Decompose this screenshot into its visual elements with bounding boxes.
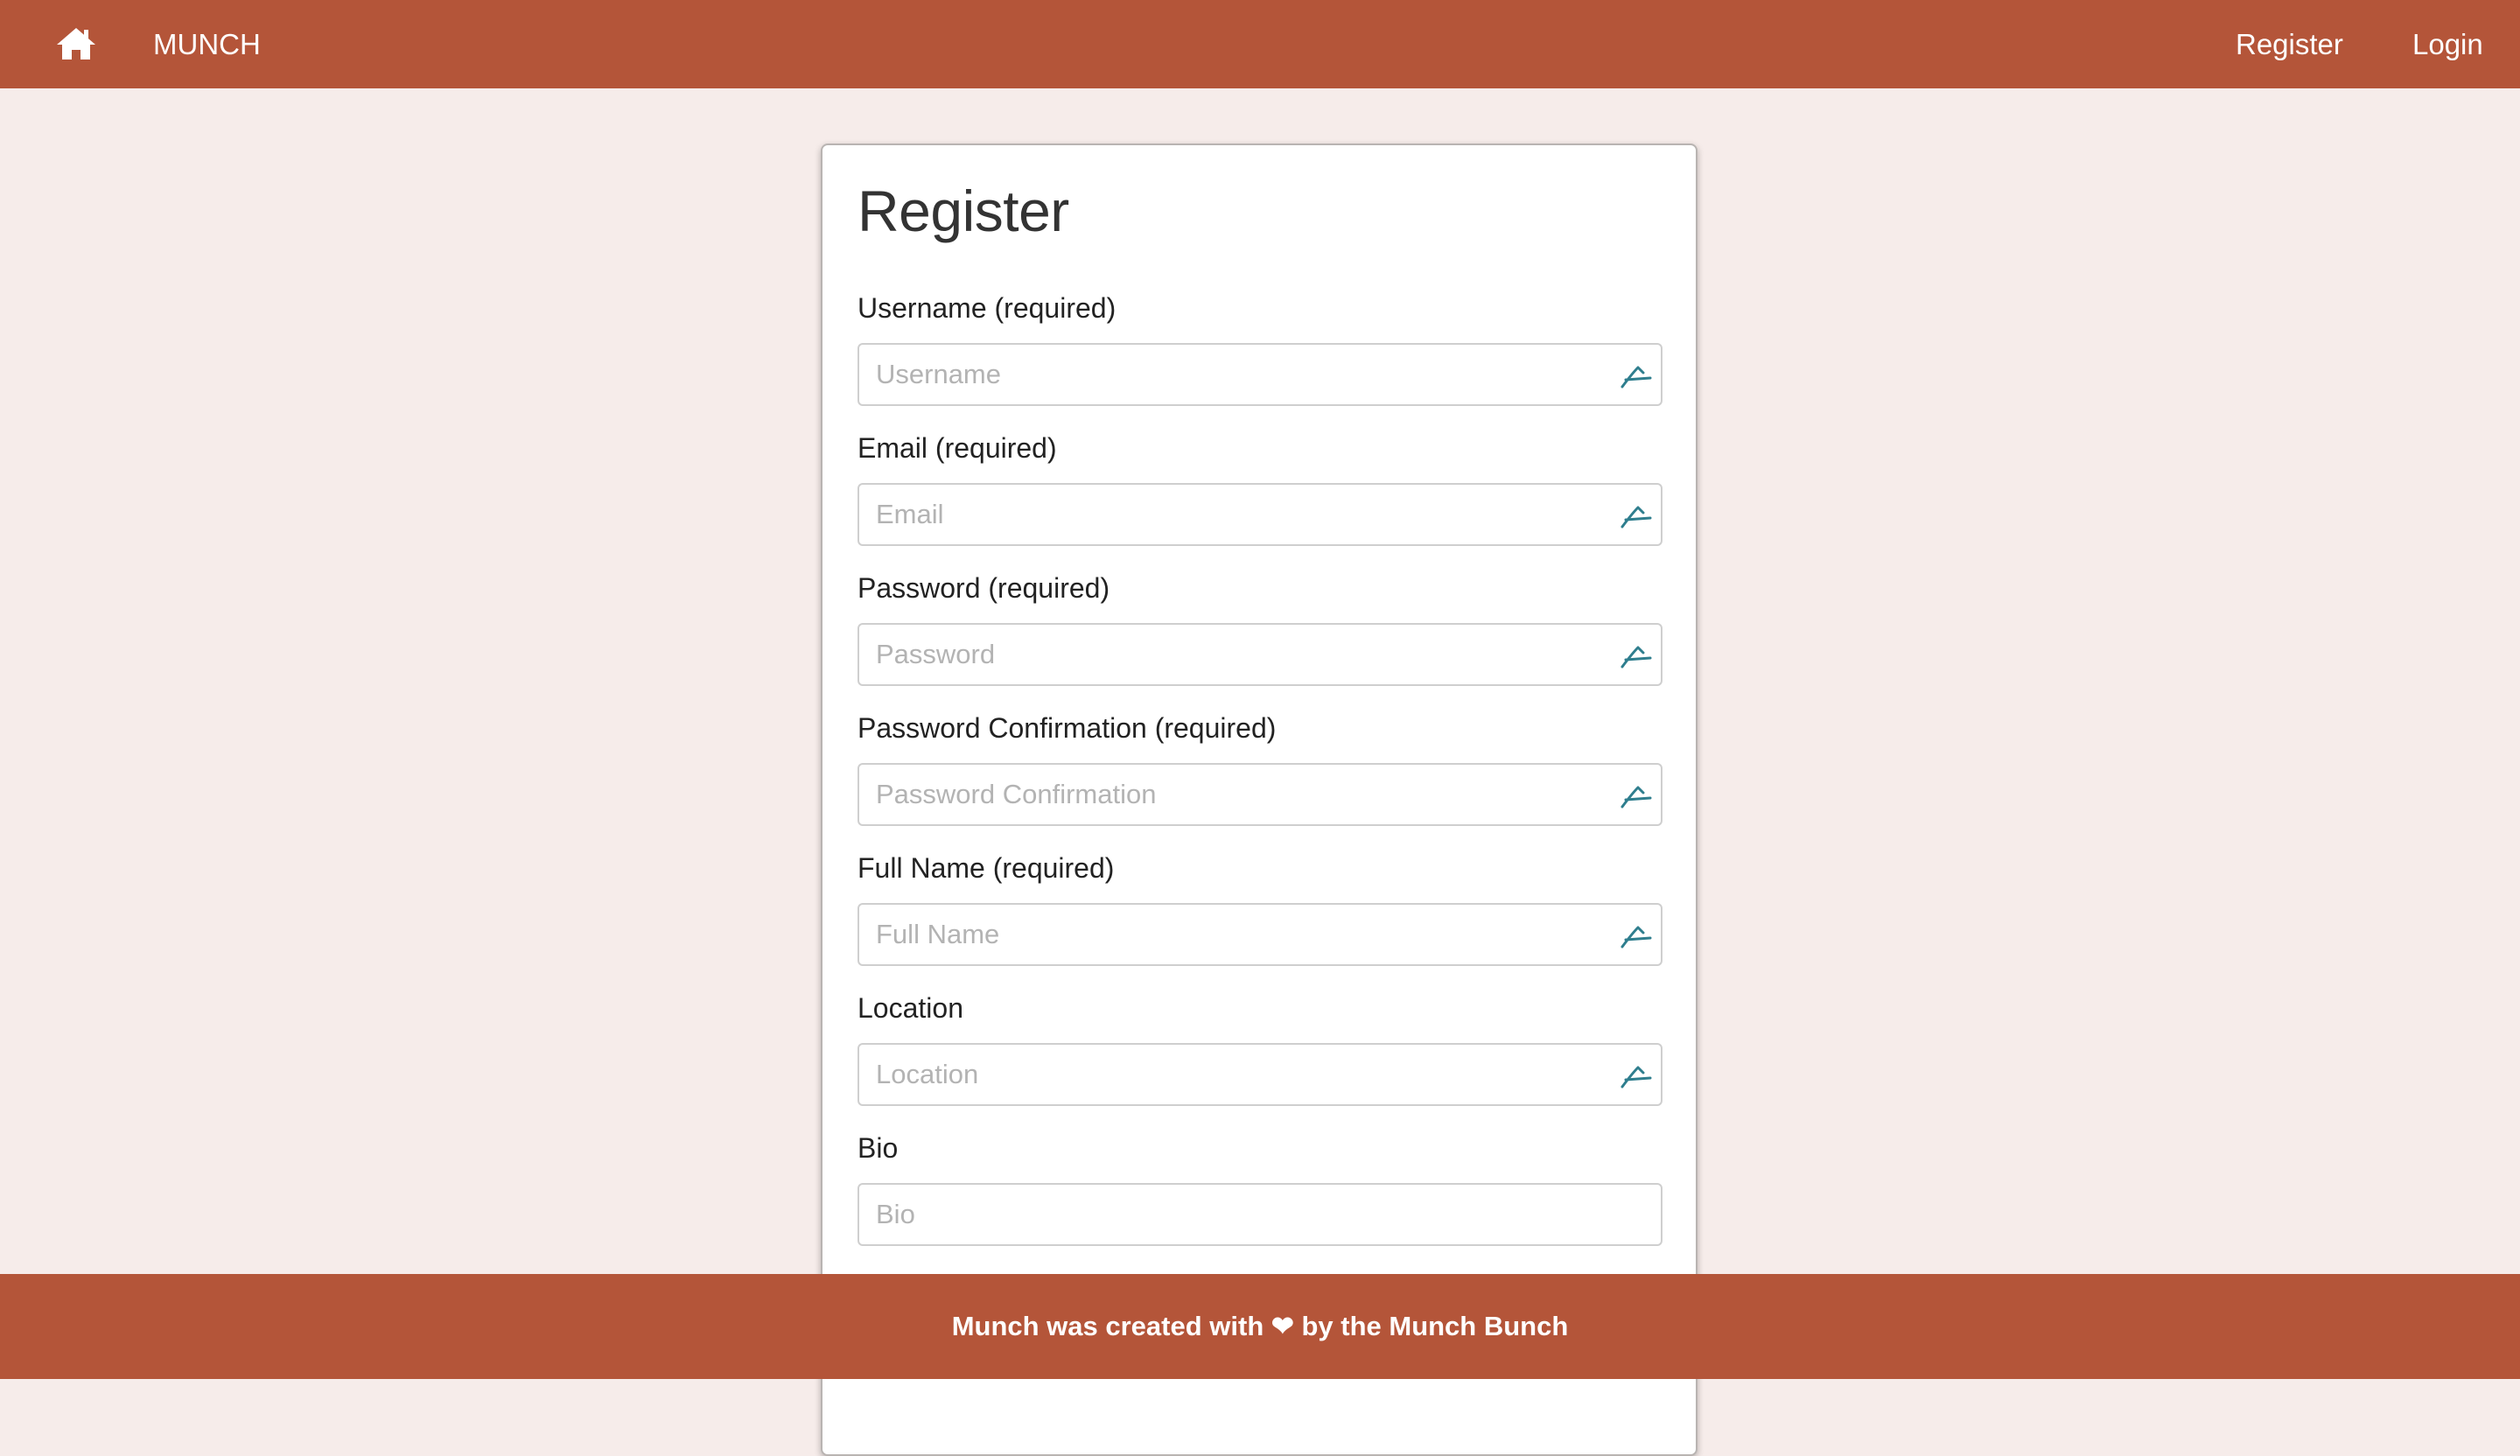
location-input[interactable] — [859, 1045, 1661, 1104]
email-field-wrap — [858, 483, 1662, 546]
password-input[interactable] — [859, 625, 1661, 684]
autofill-key-icon[interactable] — [1619, 780, 1654, 810]
bio-label: Bio — [858, 1132, 899, 1164]
password-field-wrap — [858, 623, 1662, 686]
password-confirmation-input[interactable] — [859, 765, 1661, 824]
email-label: Email (required) — [858, 432, 1057, 464]
page-title: Register — [858, 178, 1069, 243]
username-input[interactable] — [859, 345, 1661, 404]
home-icon[interactable] — [56, 26, 96, 61]
top-navbar: MUNCH Register Login — [0, 0, 2520, 88]
password-confirmation-label: Password Confirmation (required) — [858, 712, 1277, 744]
full-name-input[interactable] — [859, 905, 1661, 964]
bio-input[interactable] — [859, 1185, 1661, 1244]
bio-field-wrap — [858, 1183, 1662, 1246]
username-field-wrap — [858, 343, 1662, 406]
password-confirmation-field-wrap — [858, 763, 1662, 826]
brand-link[interactable]: MUNCH — [153, 0, 261, 88]
location-label: Location — [858, 992, 963, 1024]
full-name-label: Full Name (required) — [858, 852, 1115, 884]
footer: Munch was created with ❤ by the Munch Bu… — [0, 1274, 2520, 1379]
full-name-field-wrap — [858, 903, 1662, 966]
register-card: Register Username (required) Email (requ… — [821, 144, 1698, 1456]
location-field-wrap — [858, 1043, 1662, 1106]
email-input[interactable] — [859, 485, 1661, 544]
autofill-key-icon[interactable] — [1619, 500, 1654, 530]
nav-login-link[interactable]: Login — [2412, 0, 2483, 88]
password-label: Password (required) — [858, 572, 1110, 604]
username-label: Username (required) — [858, 292, 1116, 324]
autofill-key-icon[interactable] — [1619, 640, 1654, 670]
autofill-key-icon[interactable] — [1619, 920, 1654, 950]
autofill-key-icon[interactable] — [1619, 360, 1654, 390]
footer-text: Munch was created with ❤ by the Munch Bu… — [951, 1311, 1569, 1341]
autofill-key-icon[interactable] — [1619, 1060, 1654, 1090]
nav-register-link[interactable]: Register — [2236, 0, 2343, 88]
